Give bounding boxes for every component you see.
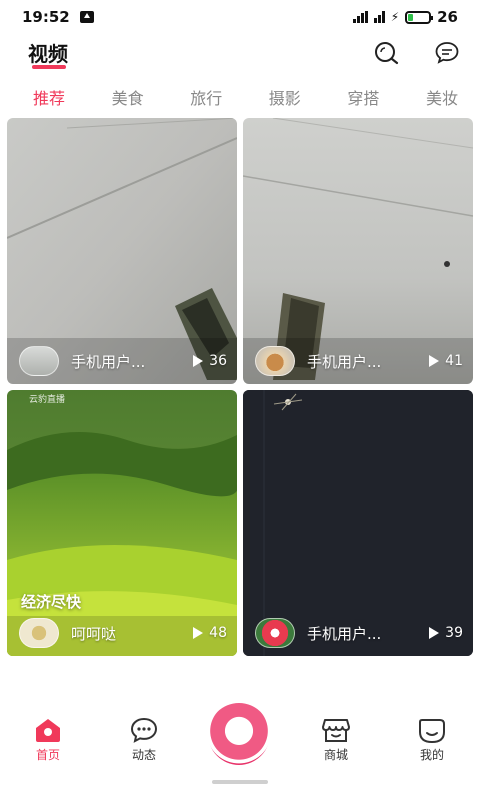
play-count: 41 bbox=[445, 353, 463, 369]
category-tabs: 推荐 美食 旅行 摄影 穿搭 美妆 bbox=[0, 80, 480, 114]
nav-label: 我的 bbox=[419, 748, 444, 762]
author-name: 手机用户... bbox=[307, 624, 382, 643]
status-time: 19:52 bbox=[22, 8, 70, 26]
nav-home[interactable]: 首页 bbox=[0, 700, 96, 770]
home-indicator[interactable] bbox=[212, 780, 268, 784]
play-icon bbox=[193, 355, 204, 367]
play-icon bbox=[429, 627, 440, 639]
avatar[interactable] bbox=[255, 346, 295, 376]
tab-makeup[interactable]: 美妆 bbox=[426, 85, 458, 109]
upload-icon bbox=[79, 11, 94, 23]
store-icon bbox=[322, 719, 350, 742]
author-name: 呵呵哒 bbox=[71, 624, 117, 643]
author-name: 手机用户... bbox=[307, 352, 382, 371]
avatar[interactable] bbox=[255, 618, 295, 648]
header: 视频 bbox=[0, 34, 480, 78]
play-count: 48 bbox=[209, 625, 227, 641]
tab-outfit[interactable]: 穿搭 bbox=[347, 85, 379, 109]
create-video-button[interactable] bbox=[208, 703, 270, 765]
tab-photography[interactable]: 摄影 bbox=[269, 85, 301, 109]
nav-feed[interactable]: 动态 bbox=[96, 700, 192, 770]
tab-recommend[interactable]: 推荐 bbox=[33, 85, 65, 109]
avatar[interactable] bbox=[19, 618, 59, 648]
nav-label: 商城 bbox=[323, 748, 348, 762]
nav-label: 动态 bbox=[131, 748, 156, 762]
charging-icon: ⚡ bbox=[390, 10, 400, 24]
play-icon bbox=[429, 355, 440, 367]
video-card[interactable]: 手机用户... 39 bbox=[243, 390, 473, 656]
nav-store[interactable]: 商城 bbox=[288, 700, 384, 770]
search-icon[interactable] bbox=[373, 40, 399, 66]
home-icon bbox=[36, 719, 60, 742]
wifi-signal-icon bbox=[373, 11, 385, 23]
tab-travel[interactable]: 旅行 bbox=[190, 85, 222, 109]
watermark-tag: 云豹直播 bbox=[29, 395, 66, 405]
video-card[interactable]: 手机用户... 41 bbox=[243, 118, 473, 384]
play-count: 39 bbox=[445, 625, 463, 641]
video-caption: 经济尽快 bbox=[21, 593, 82, 611]
nav-label: 首页 bbox=[35, 748, 60, 762]
message-icon[interactable] bbox=[434, 40, 460, 66]
page-title: 视频 bbox=[28, 42, 68, 66]
status-bar: 19:52 ⚡ 26 bbox=[0, 0, 480, 34]
avatar[interactable] bbox=[19, 346, 59, 376]
nav-profile[interactable]: 我的 bbox=[384, 700, 480, 770]
battery-icon bbox=[405, 10, 434, 24]
tab-food[interactable]: 美食 bbox=[112, 85, 144, 109]
video-card[interactable]: 手机用户... 36 bbox=[7, 118, 237, 384]
author-name: 手机用户... bbox=[71, 352, 146, 371]
signal-icon bbox=[352, 11, 368, 23]
profile-icon bbox=[419, 719, 445, 744]
video-card[interactable]: 云豹直播 经济尽快 呵呵哒 48 bbox=[7, 390, 237, 656]
chat-bubble-icon bbox=[130, 717, 158, 743]
play-count: 36 bbox=[209, 353, 227, 369]
play-icon bbox=[193, 627, 204, 639]
title-underline bbox=[32, 65, 66, 69]
battery-percent: 26 bbox=[437, 8, 458, 26]
